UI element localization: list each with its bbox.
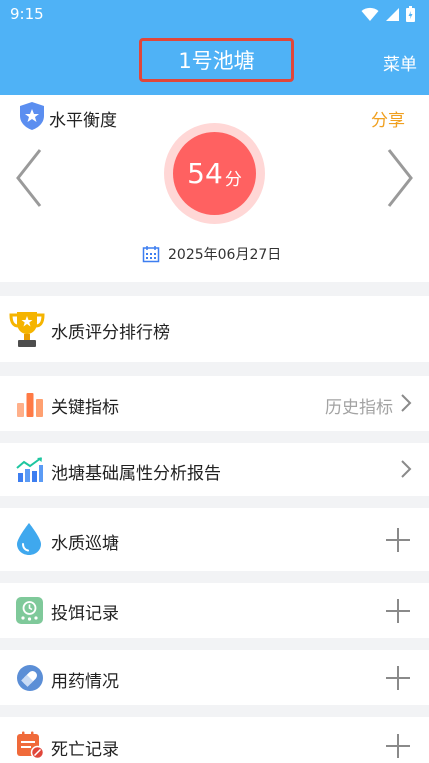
status-icons	[361, 6, 415, 22]
add-icon[interactable]	[385, 665, 411, 691]
menu-button[interactable]: 菜单	[383, 50, 417, 75]
row-pond-report[interactable]: 池塘基础属性分析报告	[0, 443, 429, 496]
row-ranking[interactable]: 水质评分排行榜	[0, 296, 429, 362]
app-header: 1号池塘 菜单	[0, 30, 429, 95]
add-icon[interactable]	[385, 527, 411, 553]
wifi-icon	[361, 7, 379, 21]
page-title: 1号池塘	[178, 49, 255, 73]
score-circle: 54 分	[173, 132, 256, 215]
chevron-right-icon	[401, 394, 412, 412]
score-value: 54	[187, 157, 223, 190]
score-card: 水平衡度 分享 54 分 2025年06月27日	[0, 95, 429, 282]
row-label-death-record: 死亡记录	[51, 740, 119, 760]
signal-icon	[386, 7, 399, 21]
chevron-right-icon	[401, 460, 412, 478]
row-label-water-patrol: 水质巡塘	[51, 534, 119, 554]
row-key-indicators[interactable]: 关键指标 历史指标	[0, 376, 429, 431]
add-icon[interactable]	[385, 598, 411, 624]
water-drop-icon	[17, 523, 41, 555]
feeding-icon	[16, 597, 43, 624]
level-label: 水平衡度	[49, 111, 117, 131]
status-time: 9:15	[10, 5, 44, 23]
add-icon[interactable]	[385, 733, 411, 759]
bar-chart-icon	[17, 393, 43, 417]
record-icon	[17, 731, 44, 759]
row-label-medication: 用药情况	[51, 672, 119, 692]
row-label-ranking: 水质评分排行榜	[51, 323, 170, 343]
chevron-right-icon[interactable]	[385, 147, 415, 209]
trophy-icon	[9, 312, 45, 347]
score-unit: 分	[224, 169, 242, 190]
share-button[interactable]: 分享	[371, 106, 405, 131]
calendar-icon	[142, 246, 160, 263]
row-label-pond-report: 池塘基础属性分析报告	[51, 464, 221, 484]
shield-icon	[20, 102, 44, 130]
row-medication[interactable]: 用药情况	[0, 650, 429, 705]
row-label-key-indicators: 关键指标	[51, 398, 119, 418]
pill-icon	[17, 665, 43, 691]
row-death-record[interactable]: 死亡记录	[0, 717, 429, 763]
page-title-box[interactable]: 1号池塘	[139, 38, 294, 82]
score-ring: 54 分	[164, 123, 265, 224]
battery-icon	[406, 6, 415, 22]
chevron-left-icon[interactable]	[14, 147, 44, 209]
row-water-patrol[interactable]: 水质巡塘	[0, 508, 429, 571]
row-label-feeding-record: 投饵记录	[51, 604, 119, 624]
date-display: 2025年06月27日	[142, 244, 281, 264]
status-bar: 9:15	[0, 0, 429, 30]
trend-chart-icon	[16, 457, 43, 482]
row-feeding-record[interactable]: 投饵记录	[0, 583, 429, 638]
score-date: 2025年06月27日	[168, 247, 282, 263]
history-indicators-link[interactable]: 历史指标	[325, 393, 393, 418]
